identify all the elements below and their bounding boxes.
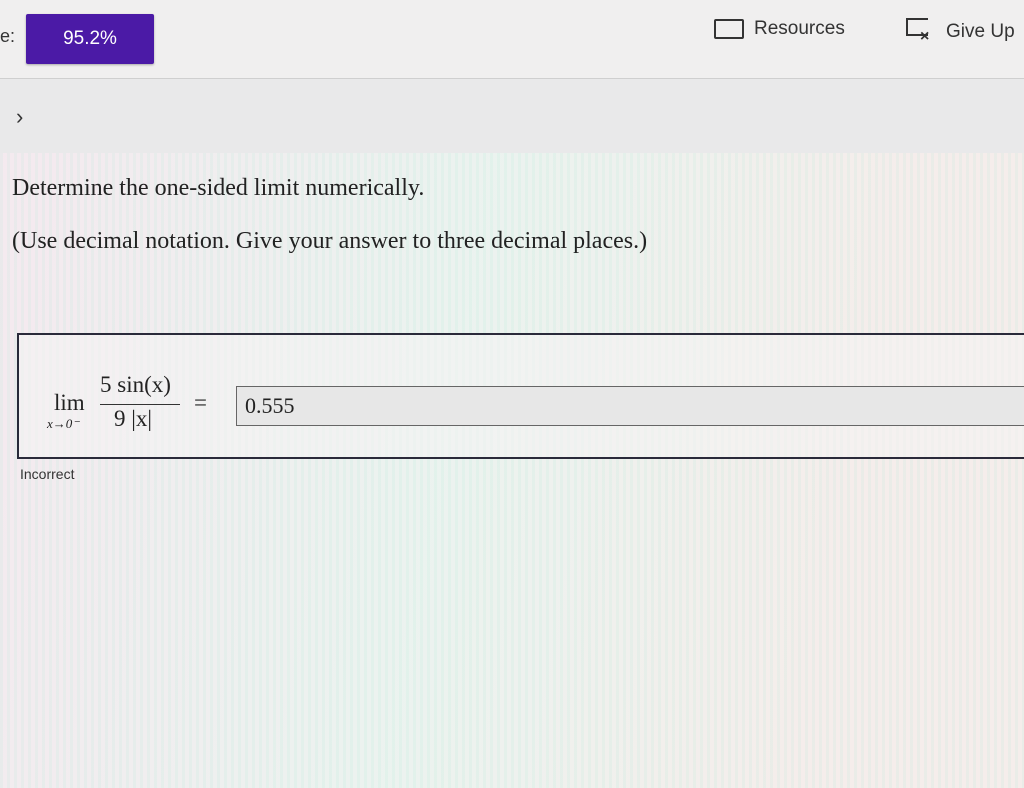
- score-value: 95.2%: [63, 28, 117, 49]
- question-note: (Use decimal notation. Give your answer …: [12, 228, 648, 254]
- limit-operator: lim: [54, 390, 85, 415]
- folder-icon: [714, 19, 744, 39]
- give-up-label: Give Up: [946, 21, 1015, 42]
- score-prefix: e:: [0, 26, 16, 46]
- navigation-band: [0, 79, 1024, 153]
- fraction-bar: [100, 404, 180, 405]
- fraction-denominator: 9 |x|: [114, 406, 152, 431]
- chevron-right-icon[interactable]: ›: [16, 104, 23, 130]
- score-badge[interactable]: 95.2%: [26, 14, 154, 64]
- fraction-numerator: 5 sin(x): [100, 372, 171, 397]
- resources-button[interactable]: Resources: [714, 18, 845, 40]
- equals-sign: =: [194, 390, 207, 415]
- answer-input[interactable]: 0.555: [236, 386, 1024, 426]
- question-instruction: Determine the one-sided limit numericall…: [12, 175, 425, 201]
- feedback-status: Incorrect: [20, 466, 75, 482]
- give-up-icon: ×: [906, 18, 936, 46]
- resources-label: Resources: [754, 18, 845, 39]
- top-bar: e: 95.2% Resources × Give Up: [0, 0, 1024, 79]
- limit-approach: x→0⁻: [47, 416, 80, 431]
- give-up-button[interactable]: × Give Up: [906, 18, 1015, 46]
